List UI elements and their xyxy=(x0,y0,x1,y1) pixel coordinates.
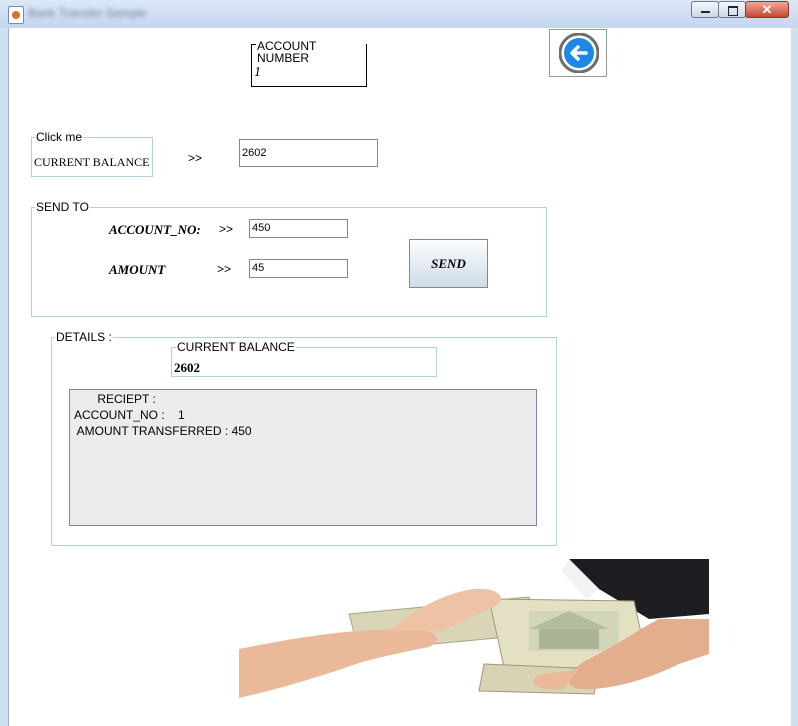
receipt-line-amount: AMOUNT TRANSFERRED : 450 xyxy=(74,424,252,438)
current-balance-field[interactable]: 2602 xyxy=(239,139,378,167)
send-button[interactable]: SEND xyxy=(409,239,488,288)
arrow-left-circle-icon xyxy=(559,33,599,73)
money-handover-photo xyxy=(239,559,709,698)
account-no-input[interactable]: 450 xyxy=(249,219,348,238)
account-number-value: 1 xyxy=(254,65,261,80)
click-me-caption: Click me xyxy=(35,130,84,144)
current-balance-panel[interactable]: Click me CURRENT BALANCE xyxy=(31,130,153,177)
account-number-caption: ACCOUNT NUMBER xyxy=(256,40,366,64)
java-app-icon xyxy=(8,6,24,24)
balance-arrow: >> xyxy=(188,151,203,165)
window-title: Bank Transfer Sample xyxy=(28,6,147,20)
account-no-label: ACCOUNT_NO: xyxy=(109,222,201,237)
send-button-label: SEND xyxy=(431,256,466,271)
receipt-line-account: ACCOUNT_NO : 1 xyxy=(74,408,185,422)
details-balance-panel: CURRENT BALANCE 2602 xyxy=(171,340,437,377)
details-balance-value: 2602 xyxy=(174,360,200,375)
account-number-panel: ACCOUNT NUMBER 1 xyxy=(251,40,367,87)
back-button[interactable] xyxy=(549,29,607,77)
amount-input[interactable]: 45 xyxy=(249,259,348,278)
amount-arrow: >> xyxy=(217,262,232,276)
amount-label: AMOUNT xyxy=(109,262,166,277)
main-panel: ACCOUNT NUMBER 1 Click me CURRENT BALANC… xyxy=(8,28,791,726)
maximize-icon xyxy=(728,6,738,16)
minimize-icon xyxy=(701,11,710,13)
details-balance-caption: CURRENT BALANCE xyxy=(176,340,296,354)
receipt-textarea[interactable]: RECIEPT : ACCOUNT_NO : 1 AMOUNT TRANSFER… xyxy=(69,389,537,526)
account-no-arrow: >> xyxy=(219,222,234,236)
maximize-button[interactable] xyxy=(718,1,746,18)
close-icon: ✕ xyxy=(761,2,773,17)
close-button[interactable]: ✕ xyxy=(745,1,789,18)
minimize-button[interactable] xyxy=(691,1,719,18)
current-balance-label[interactable]: CURRENT BALANCE xyxy=(34,155,149,170)
window-titlebar[interactable]: Bank Transfer Sample ✕ xyxy=(0,0,798,28)
send-to-caption: SEND TO xyxy=(35,200,90,214)
receipt-line-title: RECIEPT : xyxy=(74,392,156,406)
details-caption: DETAILS : xyxy=(55,330,113,344)
